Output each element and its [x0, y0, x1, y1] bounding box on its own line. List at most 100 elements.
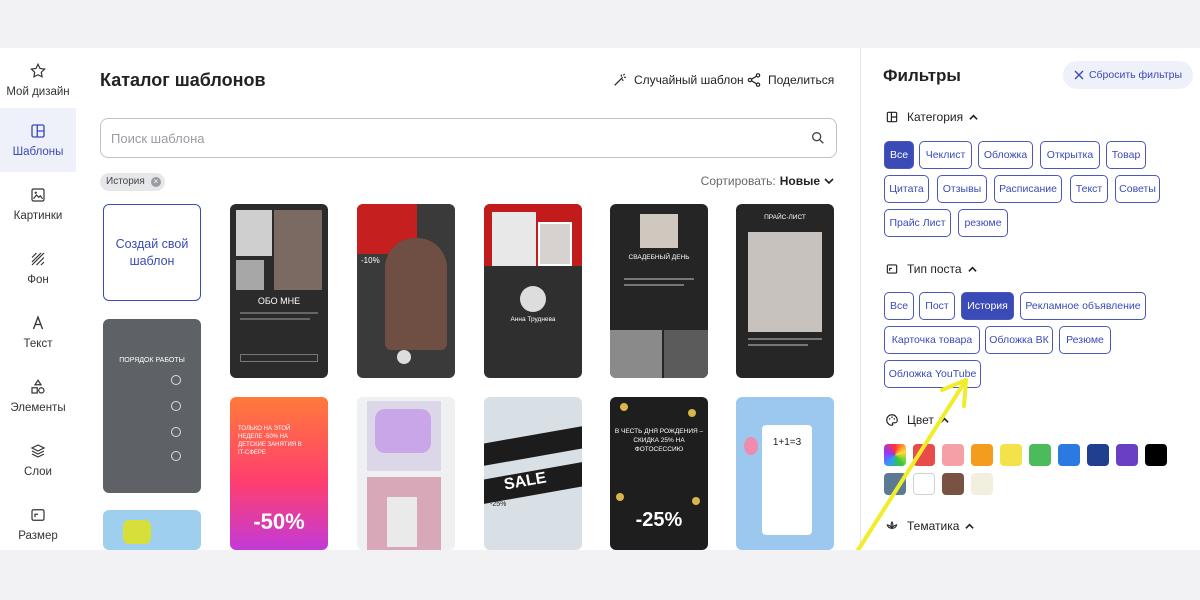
template-card[interactable]: ОБО МНЕ: [230, 204, 328, 378]
sidebar-item-elements[interactable]: Элементы: [0, 364, 76, 428]
image-icon: [31, 188, 45, 202]
color-swatch[interactable]: [1000, 444, 1022, 466]
close-icon: [1074, 70, 1084, 80]
reset-filters-label: Сбросить фильтры: [1088, 69, 1183, 81]
app-frame: Мой дизайн Шаблоны Картинки Фон Текст Эл…: [0, 48, 1200, 550]
filters-title: Фильтры: [883, 66, 961, 85]
sort-label: Сортировать:: [700, 174, 776, 188]
sidebar-item-label: Элементы: [10, 402, 66, 414]
template-text: В ЧЕСТЬ ДНЯ РОЖДЕНИЯ – СКИДКА 25% НА ФОТ…: [614, 428, 704, 453]
chevron-down-icon: [824, 178, 834, 185]
category-option[interactable]: Товар: [1106, 141, 1146, 169]
template-text: -10%: [361, 256, 380, 265]
template-card[interactable]: СВАДЕБНЫЙ ДЕНЬ: [610, 204, 708, 378]
post-type-section-toggle[interactable]: Тип поста: [885, 262, 977, 276]
create-template-button[interactable]: Создай свой шаблон: [103, 204, 201, 301]
template-card[interactable]: Анна Труднева: [484, 204, 582, 378]
post-type-label: Тип поста: [907, 262, 962, 276]
sidebar-item-label: Мой дизайн: [6, 86, 70, 98]
reset-filters-button[interactable]: Сбросить фильтры: [1063, 61, 1193, 89]
post-type-option[interactable]: Карточка товара: [884, 326, 980, 354]
post-type-icon: [886, 264, 898, 274]
resize-icon: [31, 509, 45, 521]
star-icon: [30, 62, 46, 78]
post-type-option[interactable]: Пост: [919, 292, 955, 320]
post-type-option-selected[interactable]: История: [961, 292, 1014, 320]
chevron-up-icon: [969, 114, 978, 120]
sidebar-item-my-design[interactable]: Мой дизайн: [0, 48, 76, 112]
search-input[interactable]: [111, 119, 791, 157]
search-box: [100, 118, 837, 158]
sort-dropdown[interactable]: Сортировать: Новые: [701, 174, 834, 188]
template-card[interactable]: В ЧЕСТЬ ДНЯ РОЖДЕНИЯ – СКИДКА 25% НА ФОТ…: [610, 397, 708, 550]
share-label: Поделиться: [768, 73, 835, 87]
sort-value: Новые: [779, 174, 820, 188]
random-template-button[interactable]: Случайный шаблон: [612, 72, 744, 88]
sidebar-item-text[interactable]: Текст: [0, 300, 76, 364]
sidebar-item-label: Текст: [23, 338, 53, 350]
template-pct-text: -25%: [490, 501, 507, 508]
category-option[interactable]: Чеклист: [919, 141, 972, 169]
template-big-text: -25%: [635, 509, 683, 531]
color-swatch[interactable]: [1058, 444, 1080, 466]
color-swatch[interactable]: [1087, 444, 1109, 466]
sidebar-item-label: Слои: [24, 466, 52, 478]
category-option[interactable]: Отзывы: [937, 175, 987, 203]
template-card[interactable]: ПРАЙС-ЛИСТ: [736, 204, 834, 378]
sidebar-item-label: Фон: [27, 274, 49, 286]
sidebar-item-layers[interactable]: Слои: [0, 428, 76, 492]
template-text: ПРАЙС-ЛИСТ: [764, 214, 806, 221]
chip-label: История: [106, 176, 145, 187]
post-type-option[interactable]: Резюме: [1059, 326, 1111, 354]
category-label: Категория: [907, 110, 964, 124]
template-card[interactable]: ПОРЯДОК РАБОТЫ: [103, 319, 201, 493]
color-swatch[interactable]: [1029, 444, 1051, 466]
category-option[interactable]: Прайс Лист: [884, 209, 951, 237]
post-type-option[interactable]: Рекламное объявление: [1020, 292, 1146, 320]
category-option[interactable]: Цитата: [884, 175, 929, 203]
share-icon: [747, 73, 761, 87]
category-option[interactable]: Все: [884, 141, 914, 169]
template-card[interactable]: [103, 510, 201, 550]
active-filter-chip[interactable]: История ×: [100, 173, 165, 191]
template-text: 1+1=3: [772, 437, 802, 448]
template-card[interactable]: SALE -25%: [484, 397, 582, 550]
post-type-option[interactable]: Все: [884, 292, 914, 320]
category-option[interactable]: резюме: [958, 209, 1008, 237]
category-option[interactable]: Обложка: [978, 141, 1033, 169]
sidebar-item-background[interactable]: Фон: [0, 236, 76, 300]
category-option[interactable]: Открытка: [1040, 141, 1100, 169]
sidebar-item-templates[interactable]: Шаблоны: [0, 108, 76, 172]
shapes-icon: [31, 379, 45, 394]
template-text: Анна Труднева: [510, 316, 556, 323]
catalog-panel: Каталог шаблонов Случайный шаблон Подели…: [76, 48, 860, 550]
chip-remove-icon[interactable]: ×: [150, 177, 161, 187]
sidebar: Мой дизайн Шаблоны Картинки Фон Текст Эл…: [0, 48, 76, 550]
template-card[interactable]: -10%: [357, 204, 455, 378]
template-text: СВАДЕБНЫЙ ДЕНЬ: [628, 254, 690, 261]
category-option[interactable]: Расписание: [994, 175, 1062, 203]
sidebar-item-label: Картинки: [13, 210, 63, 222]
template-text: ПОРЯДОК РАБОТЫ: [119, 357, 185, 364]
template-card[interactable]: ТОЛЬКО НА ЭТОЙ НЕДЕЛЕ -50% НА ДЕТСКИЕ ЗА…: [230, 397, 328, 550]
category-option[interactable]: Текст: [1070, 175, 1108, 203]
text-icon: [32, 315, 44, 330]
sidebar-item-size[interactable]: Размер: [0, 492, 76, 550]
page-title: Каталог шаблонов: [100, 70, 266, 90]
category-option[interactable]: Советы: [1115, 175, 1160, 203]
search-icon[interactable]: [810, 130, 826, 146]
template-card[interactable]: 1+1=3: [736, 397, 834, 550]
template-text: ОБО МНЕ: [257, 296, 301, 306]
category-section-toggle[interactable]: Категория: [885, 110, 978, 124]
chevron-up-icon: [967, 266, 977, 272]
share-button[interactable]: Поделиться: [746, 72, 834, 88]
create-template-label: Создай свой шаблон: [115, 236, 189, 268]
template-card[interactable]: [357, 397, 455, 550]
color-swatch[interactable]: [1116, 444, 1138, 466]
template-big-text: -50%: [253, 509, 305, 534]
sidebar-item-images[interactable]: Картинки: [0, 172, 76, 236]
background-icon: [31, 252, 45, 266]
color-swatch[interactable]: [1145, 444, 1167, 466]
layers-icon: [30, 444, 46, 458]
post-type-option[interactable]: Обложка ВК: [985, 326, 1053, 354]
